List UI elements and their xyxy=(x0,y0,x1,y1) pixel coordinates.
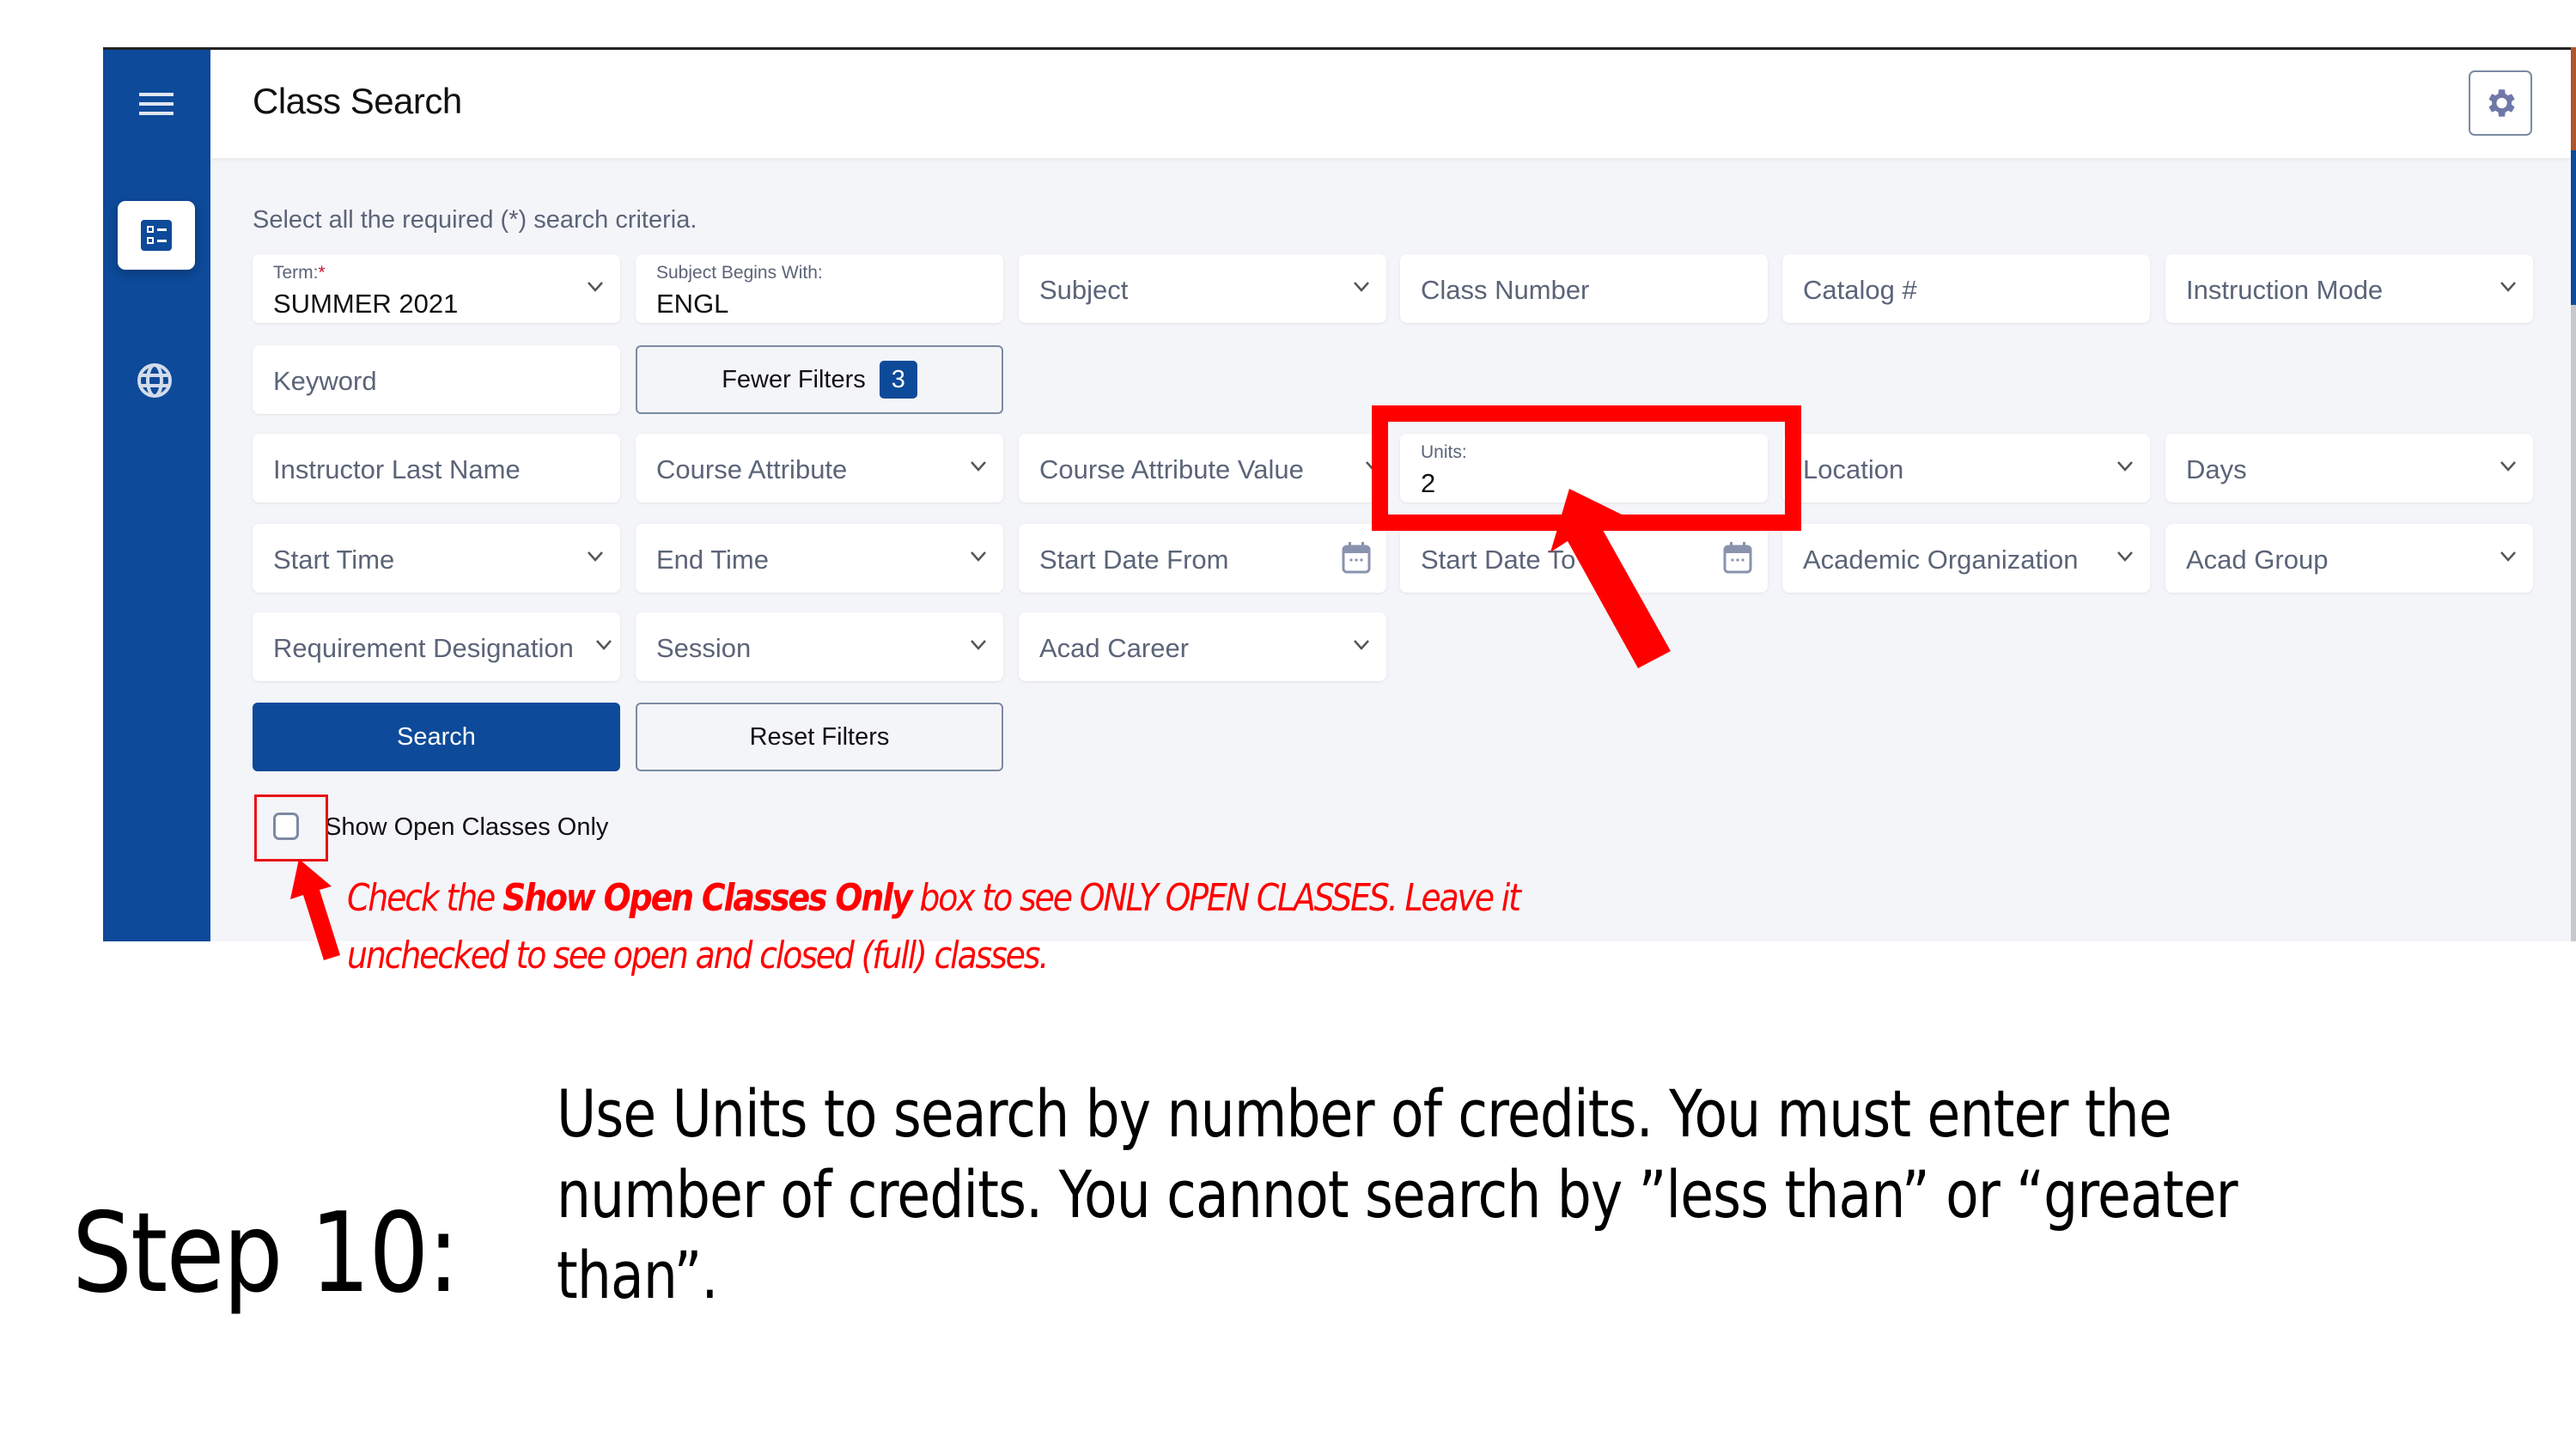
filter-count-badge: 3 xyxy=(879,361,917,399)
fewer-filters-label: Fewer Filters xyxy=(722,365,866,393)
acad-group-select[interactable]: Acad Group xyxy=(2165,524,2533,593)
fewer-filters-button[interactable]: Fewer Filters 3 xyxy=(636,345,1003,414)
chevron-down-icon xyxy=(1354,282,1369,292)
sidebar xyxy=(103,50,210,941)
show-open-classes-label[interactable]: Show Open Classes Only xyxy=(325,813,608,842)
term-label: Term:* xyxy=(273,263,326,283)
location-placeholder: Location xyxy=(1803,454,1904,484)
page-title: Class Search xyxy=(253,81,462,121)
description-line-1: Use Units to search by number of credits… xyxy=(557,1075,2172,1152)
instruction-mode-placeholder: Instruction Mode xyxy=(2186,275,2384,305)
chevron-down-icon xyxy=(2500,282,2516,292)
chevron-down-icon xyxy=(971,551,986,562)
days-select[interactable]: Days xyxy=(2165,434,2533,502)
start-time-select[interactable]: Start Time xyxy=(253,524,620,593)
chevron-down-icon xyxy=(971,640,986,650)
gear-icon xyxy=(2488,89,2515,117)
chevron-down-icon xyxy=(588,551,603,562)
start-date-from-field[interactable]: Start Date From xyxy=(1019,524,1386,593)
step-description: Use Units to search by number of credits… xyxy=(557,1074,2482,1316)
chevron-down-icon xyxy=(2500,551,2516,562)
academic-org-placeholder: Academic Organization xyxy=(1803,545,2079,575)
location-select[interactable]: Location xyxy=(1782,434,2150,502)
description-line-3: than”. xyxy=(557,1237,718,1313)
session-placeholder: Session xyxy=(656,633,752,663)
chevron-down-icon xyxy=(2117,551,2133,562)
acad-career-select[interactable]: Acad Career xyxy=(1019,612,1386,681)
search-button[interactable]: Search xyxy=(253,703,620,771)
chevron-down-icon xyxy=(2500,461,2516,472)
end-time-select[interactable]: End Time xyxy=(636,524,1003,593)
acad-group-placeholder: Acad Group xyxy=(2186,545,2329,575)
chevron-down-icon xyxy=(596,640,612,650)
subject-begins-value: ENGL xyxy=(656,289,729,319)
term-select[interactable]: Term:* SUMMER 2021 xyxy=(253,254,620,323)
chevron-down-icon xyxy=(588,282,603,292)
catalog-number-field[interactable]: Catalog # xyxy=(1782,254,2150,323)
course-attribute-select[interactable]: Course Attribute xyxy=(636,434,1003,502)
chevron-down-icon xyxy=(2117,461,2133,472)
instruction-mode-select[interactable]: Instruction Mode xyxy=(2165,254,2533,323)
subject-select[interactable]: Subject xyxy=(1019,254,1386,323)
subject-begins-label: Subject Begins With: xyxy=(656,263,823,283)
instructor-last-name-field[interactable]: Instructor Last Name xyxy=(253,434,620,502)
keyword-placeholder: Keyword xyxy=(273,366,377,396)
step-label: Step 10: xyxy=(72,1190,460,1318)
course-attribute-value-select[interactable]: Course Attribute Value xyxy=(1019,434,1386,502)
session-select[interactable]: Session xyxy=(636,612,1003,681)
start-date-to-field[interactable]: Start Date To xyxy=(1400,524,1768,593)
settings-button[interactable] xyxy=(2469,70,2532,136)
subject-begins-with-field[interactable]: Subject Begins With: ENGL xyxy=(636,254,1003,323)
instructions-text: Select all the required (*) search crite… xyxy=(253,206,697,234)
end-time-placeholder: End Time xyxy=(656,545,769,575)
days-placeholder: Days xyxy=(2186,454,2247,484)
requirement-designation-select[interactable]: Requirement Designation xyxy=(253,612,620,681)
annotation-line-1: Check the Show Open Classes Only box to … xyxy=(347,876,1521,920)
chevron-down-icon xyxy=(971,461,986,472)
checkbox-annotation: Check the Show Open Classes Only box to … xyxy=(347,869,2046,984)
description-line-2: number of credits. You cannot search by … xyxy=(557,1156,2238,1233)
acad-career-placeholder: Acad Career xyxy=(1039,633,1190,663)
reset-filters-button[interactable]: Reset Filters xyxy=(636,703,1003,771)
course-attribute-value-placeholder: Course Attribute Value xyxy=(1039,454,1304,484)
window-edge xyxy=(2571,47,2576,941)
term-value: SUMMER 2021 xyxy=(273,289,459,319)
subject-placeholder: Subject xyxy=(1039,275,1129,305)
units-highlight-box xyxy=(1372,405,1801,531)
academic-organization-select[interactable]: Academic Organization xyxy=(1782,524,2150,593)
chevron-down-icon xyxy=(1354,640,1369,650)
sidebar-item-class-search[interactable] xyxy=(118,201,195,270)
requirement-placeholder: Requirement Designation xyxy=(273,633,574,663)
start-date-from-placeholder: Start Date From xyxy=(1039,545,1229,575)
keyword-field[interactable]: Keyword xyxy=(253,345,620,414)
start-time-placeholder: Start Time xyxy=(273,545,395,575)
hamburger-icon[interactable] xyxy=(139,93,174,115)
instructor-placeholder: Instructor Last Name xyxy=(273,454,521,484)
course-attribute-placeholder: Course Attribute xyxy=(656,454,848,484)
calendar-icon[interactable] xyxy=(1342,541,1371,574)
checkbox-highlight-box xyxy=(254,795,328,861)
catalog-placeholder: Catalog # xyxy=(1803,275,1917,305)
calendar-icon[interactable] xyxy=(1723,541,1752,574)
checklist-icon xyxy=(141,220,172,251)
globe-icon[interactable] xyxy=(136,362,174,399)
class-number-placeholder: Class Number xyxy=(1421,275,1590,305)
page-header: Class Search xyxy=(210,50,2571,158)
class-number-field[interactable]: Class Number xyxy=(1400,254,1768,323)
start-date-to-placeholder: Start Date To xyxy=(1421,545,1576,575)
annotation-line-2: unchecked to see open and closed (full) … xyxy=(347,934,1049,977)
